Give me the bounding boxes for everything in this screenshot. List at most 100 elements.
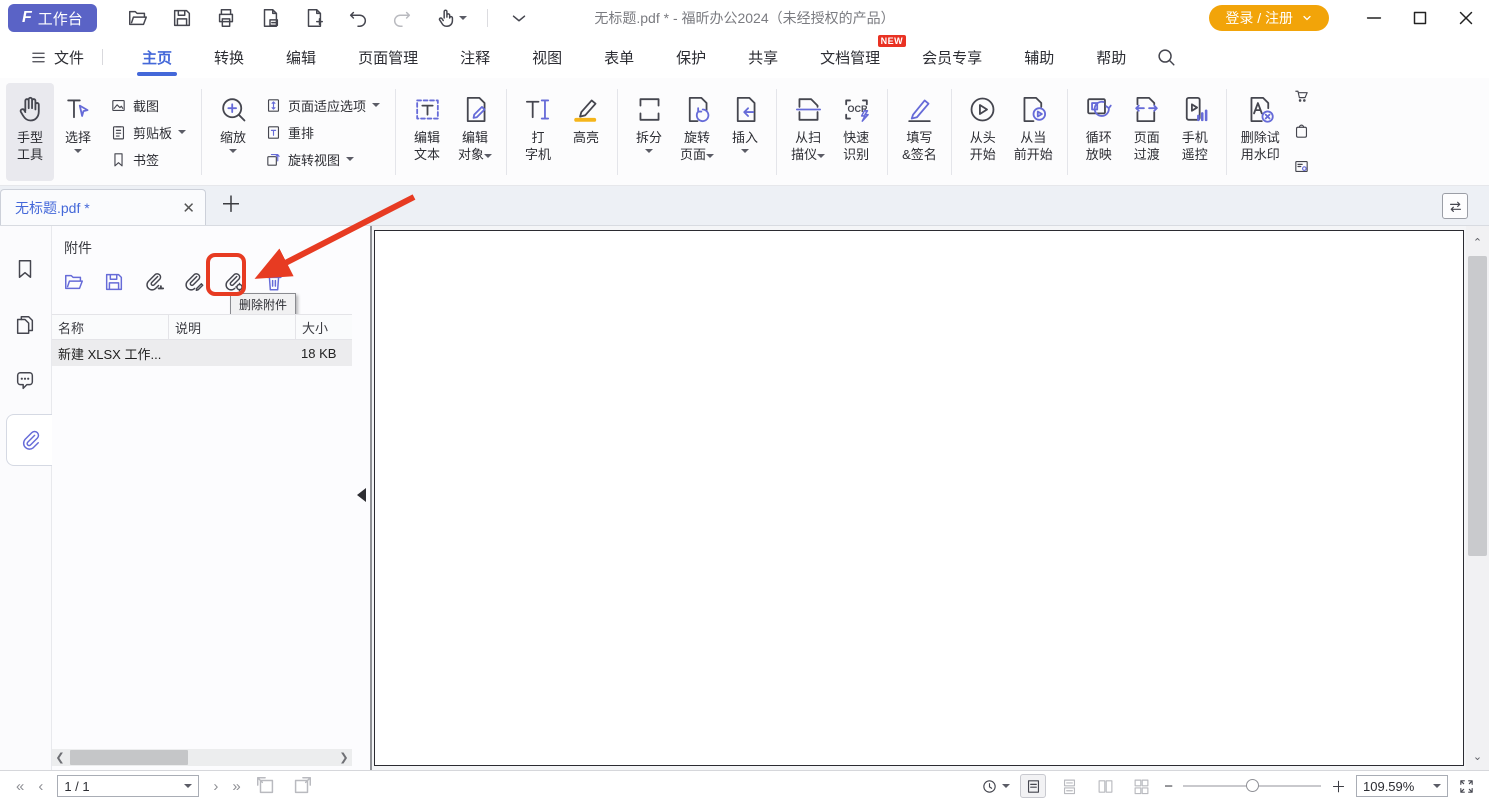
zoom-out-button[interactable]: −: [1164, 778, 1173, 795]
tab-assist[interactable]: 辅助: [1024, 37, 1054, 78]
zoom-tool-button[interactable]: 缩放: [209, 83, 257, 181]
pdf-page[interactable]: [374, 230, 1464, 766]
single-page-view-button[interactable]: [1020, 774, 1046, 798]
loop-play-button[interactable]: 循环 放映: [1075, 83, 1123, 181]
edit-text-button[interactable]: 编辑 文本: [403, 83, 451, 181]
hand-tool-button[interactable]: 手型 工具: [6, 83, 54, 181]
phone-remote-button[interactable]: 手机 遥控: [1171, 83, 1219, 181]
previous-page-button[interactable]: ‹: [38, 778, 43, 795]
save-button[interactable]: [169, 5, 195, 31]
facing-view-button[interactable]: [1092, 774, 1118, 798]
tab-edit[interactable]: 编辑: [286, 37, 316, 78]
page-number-dropdown[interactable]: 1 / 1: [57, 775, 199, 797]
first-page-button[interactable]: «: [16, 778, 24, 795]
document-tab[interactable]: 无标题.pdf * ✕: [0, 189, 206, 225]
tab-form[interactable]: 表单: [604, 37, 634, 78]
nav-comments-button[interactable]: [14, 370, 36, 392]
screenshot-button[interactable]: 截图: [106, 94, 190, 117]
vertical-scrollbar[interactable]: ⌃ ⌄: [1466, 226, 1489, 770]
fill-sign-button[interactable]: 填写 &签名: [895, 83, 944, 181]
cart-button[interactable]: [1293, 87, 1310, 104]
tab-close-icon[interactable]: ✕: [182, 199, 195, 217]
split-button[interactable]: 拆分: [625, 83, 673, 181]
attachment-row[interactable]: 新建 XLSX 工作... 18 KB: [52, 340, 352, 366]
login-register-button[interactable]: 登录 / 注册: [1209, 5, 1329, 31]
reflow-button[interactable]: 重排: [261, 121, 384, 144]
panel-horizontal-scrollbar[interactable]: ❮ ❯: [52, 749, 352, 766]
tab-convert[interactable]: 转换: [214, 37, 244, 78]
facing-continuous-view-button[interactable]: [1128, 774, 1154, 798]
tab-page-manage[interactable]: 页面管理: [358, 37, 418, 78]
continuous-view-button[interactable]: [1056, 774, 1082, 798]
zoom-slider[interactable]: [1183, 776, 1321, 796]
highlight-button[interactable]: 高亮: [562, 83, 610, 181]
close-button[interactable]: [1443, 2, 1489, 34]
collapse-panel-handle[interactable]: [357, 488, 366, 502]
new-tab-button[interactable]: ＋: [220, 187, 242, 219]
customize-toolbar-button[interactable]: [506, 5, 532, 31]
previous-view-button[interactable]: [255, 775, 277, 797]
zoom-level-dropdown[interactable]: 109.59%: [1356, 775, 1448, 797]
tab-comment[interactable]: 注释: [460, 37, 490, 78]
tab-share[interactable]: 共享: [748, 37, 778, 78]
add-attachment-button[interactable]: [140, 268, 168, 296]
remove-page-button[interactable]: [257, 5, 283, 31]
edit-attachment-button[interactable]: [180, 268, 208, 296]
tab-protect[interactable]: 保护: [676, 37, 706, 78]
tab-member[interactable]: 会员专享: [922, 37, 982, 78]
scroll-left-icon[interactable]: ❮: [52, 751, 68, 764]
remove-trial-watermark-button[interactable]: 删除试 用水印: [1234, 83, 1287, 181]
clipboard-button[interactable]: 剪贴板: [106, 121, 190, 144]
minimize-button[interactable]: [1351, 2, 1397, 34]
tab-home[interactable]: 主页: [142, 37, 172, 78]
member-card-button[interactable]: [1293, 158, 1310, 175]
open-attachment-button[interactable]: [60, 268, 88, 296]
zoom-in-button[interactable]: ＋: [1331, 776, 1346, 797]
rotate-page-button[interactable]: 旋转 页面: [673, 83, 721, 181]
from-scanner-button[interactable]: 从扫 描仪: [784, 83, 832, 181]
typewriter-button[interactable]: 打 字机: [514, 83, 562, 181]
delete-attachment-button[interactable]: [260, 268, 288, 296]
reading-timer-button[interactable]: [981, 778, 1010, 795]
page-transition-button[interactable]: 页面 过渡: [1123, 83, 1171, 181]
header-name[interactable]: 名称: [52, 318, 168, 337]
attachment-settings-button[interactable]: [220, 268, 248, 296]
store-button[interactable]: [1293, 123, 1310, 140]
bookmark-button[interactable]: 书签: [106, 148, 190, 171]
nav-attachments-button[interactable]: [6, 414, 52, 466]
zoom-slider-thumb[interactable]: [1246, 779, 1259, 792]
file-menu-button[interactable]: 文件: [30, 47, 84, 68]
print-button[interactable]: [213, 5, 239, 31]
header-size[interactable]: 大小: [295, 315, 352, 339]
add-page-button[interactable]: [301, 5, 327, 31]
maximize-button[interactable]: [1397, 2, 1443, 34]
quick-ocr-button[interactable]: OCR 快速 识别: [832, 83, 880, 181]
scroll-right-icon[interactable]: ❯: [336, 751, 352, 764]
play-from-start-button[interactable]: 从头 开始: [959, 83, 1007, 181]
touch-mode-button[interactable]: [433, 5, 469, 31]
workspace-button[interactable]: F 工作台: [8, 4, 97, 32]
nav-bookmarks-button[interactable]: [14, 258, 36, 280]
play-from-current-button[interactable]: 从当 前开始: [1007, 83, 1060, 181]
toggle-panel-button[interactable]: [1442, 193, 1468, 219]
last-page-button[interactable]: »: [232, 778, 240, 795]
tab-view[interactable]: 视图: [532, 37, 562, 78]
redo-button[interactable]: [389, 5, 415, 31]
scroll-up-icon[interactable]: ⌃: [1466, 232, 1489, 252]
horizontal-scroll-thumb[interactable]: [70, 750, 188, 765]
save-attachment-button[interactable]: [100, 268, 128, 296]
edit-object-button[interactable]: 编辑 对象: [451, 83, 499, 181]
select-tool-button[interactable]: 选择: [54, 83, 102, 181]
undo-button[interactable]: [345, 5, 371, 31]
header-description[interactable]: 说明: [168, 315, 295, 339]
fit-options-button[interactable]: 页面适应选项: [261, 94, 384, 117]
next-page-button[interactable]: ›: [213, 778, 218, 795]
scroll-down-icon[interactable]: ⌄: [1466, 746, 1489, 766]
rotate-view-button[interactable]: 旋转视图: [261, 148, 384, 171]
search-button[interactable]: [1155, 46, 1177, 68]
nav-pages-button[interactable]: [14, 314, 36, 336]
vertical-scroll-thumb[interactable]: [1468, 256, 1487, 556]
next-view-button[interactable]: [291, 775, 313, 797]
fullscreen-button[interactable]: [1458, 778, 1475, 795]
tab-doc-manage[interactable]: 文档管理 NEW: [820, 37, 880, 78]
